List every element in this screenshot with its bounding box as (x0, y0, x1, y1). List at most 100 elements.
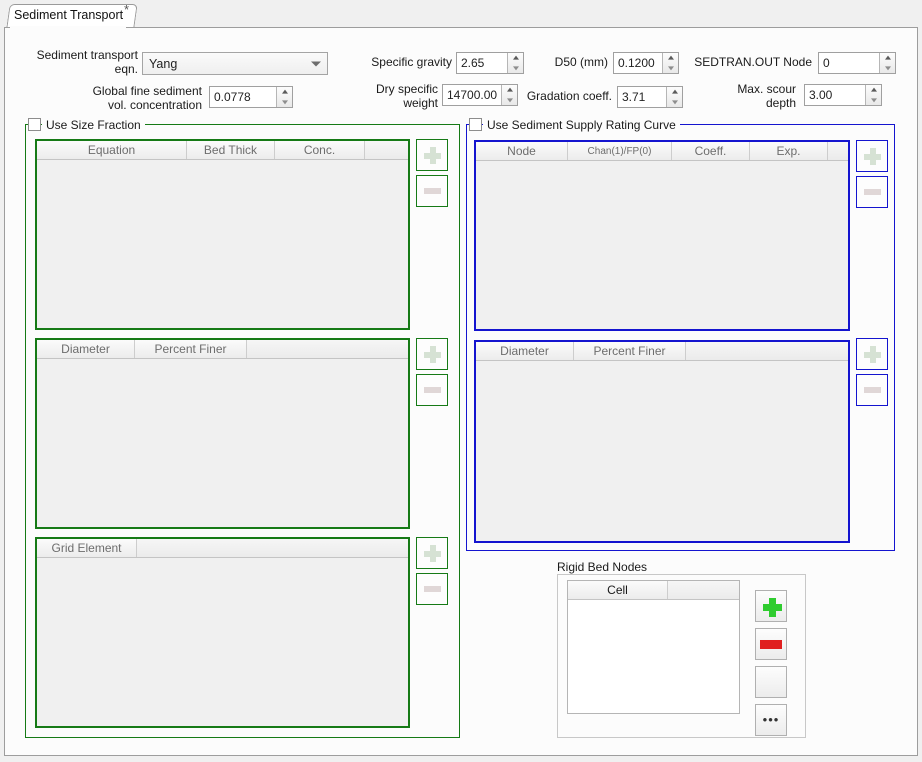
sediment-transport-window: Sediment Transport * Sediment transport … (0, 0, 922, 762)
specific-gravity-label: Specific gravity (358, 55, 452, 69)
use-sediment-supply-rating-curve-label: Use Sediment Supply Rating Curve (483, 118, 680, 132)
column-header-equation[interactable]: Equation (37, 141, 187, 159)
column-header-filler (365, 141, 408, 159)
plus-icon (424, 545, 441, 562)
rigid-bed-nodes-label: Rigid Bed Nodes (557, 560, 647, 574)
size-fraction-remove-button[interactable] (416, 175, 448, 207)
column-header-coeff[interactable]: Coeff. (672, 142, 750, 160)
grid-element-remove-button[interactable] (416, 573, 448, 605)
supply-distribution-body[interactable] (476, 361, 848, 541)
d50-label: D50 (mm) (528, 55, 608, 69)
supply-rating-curve-grid[interactable]: Node Chan(1)/FP(0) Coeff. Exp. (474, 140, 850, 331)
tab-sediment-transport-label: Sediment Transport (14, 8, 123, 22)
spin-down-icon[interactable] (277, 97, 292, 107)
supply-rating-curve-add-button[interactable] (856, 140, 888, 172)
rigid-bed-nodes-grid[interactable]: Cell (567, 580, 740, 714)
global-fine-sediment-stepper[interactable]: 0.0778 (209, 86, 293, 108)
size-fraction-distribution-remove-button[interactable] (416, 374, 448, 406)
column-header-grid-element[interactable]: Grid Element (37, 539, 137, 557)
column-header-filler (686, 342, 848, 360)
rigid-bed-nodes-body[interactable] (568, 600, 739, 713)
spin-up-icon[interactable] (663, 53, 678, 63)
spin-down-icon[interactable] (866, 95, 881, 105)
plus-icon (424, 346, 441, 363)
gradation-coeff-spin-buttons[interactable] (666, 87, 682, 107)
global-fine-sediment-spin-buttons[interactable] (276, 87, 292, 107)
d50-spin-buttons[interactable] (662, 53, 678, 73)
specific-gravity-stepper[interactable]: 2.65 (456, 52, 524, 74)
rigid-bed-add-button[interactable] (755, 590, 787, 622)
spin-up-icon[interactable] (667, 87, 682, 97)
spin-down-icon[interactable] (508, 63, 523, 73)
plus-icon (864, 346, 881, 363)
plus-icon (864, 148, 881, 165)
grid-element-header: Grid Element (37, 539, 408, 558)
tab-strip: Sediment Transport * (0, 0, 922, 28)
specific-gravity-value[interactable]: 2.65 (457, 53, 507, 73)
supply-rating-curve-remove-button[interactable] (856, 176, 888, 208)
column-header-node[interactable]: Node (476, 142, 568, 160)
minus-icon (424, 586, 441, 592)
column-header-percent-finer[interactable]: Percent Finer (135, 340, 247, 358)
rigid-bed-remove-button[interactable] (755, 628, 787, 660)
grid-element-grid[interactable]: Grid Element (35, 537, 410, 728)
max-scour-depth-spin-buttons[interactable] (865, 85, 881, 105)
minus-icon (760, 640, 782, 649)
rigid-bed-more-button[interactable]: ••• (755, 704, 787, 736)
grid-element-body[interactable] (37, 558, 408, 726)
column-header-bed-thick[interactable]: Bed Thick (187, 141, 275, 159)
sedtran-out-node-spin-buttons[interactable] (879, 53, 895, 73)
spin-down-icon[interactable] (663, 63, 678, 73)
sedtran-out-node-value[interactable]: 0 (819, 53, 879, 73)
use-size-fraction-checkbox[interactable] (28, 118, 41, 131)
spin-up-icon[interactable] (880, 53, 895, 63)
size-fraction-distribution-grid[interactable]: Diameter Percent Finer (35, 338, 410, 529)
supply-distribution-grid[interactable]: Diameter Percent Finer (474, 340, 850, 543)
chevron-down-icon[interactable] (305, 53, 327, 74)
max-scour-depth-stepper[interactable]: 3.00 (804, 84, 882, 106)
size-fraction-distribution-body[interactable] (37, 359, 408, 527)
supply-rating-curve-body[interactable] (476, 161, 848, 329)
spin-up-icon[interactable] (508, 53, 523, 63)
sediment-transport-eqn-value: Yang (143, 57, 305, 71)
size-fraction-grid[interactable]: Equation Bed Thick Conc. (35, 139, 410, 330)
global-fine-sediment-label: Global fine sediment vol. concentration (40, 84, 202, 112)
size-fraction-distribution-add-button[interactable] (416, 338, 448, 370)
supply-distribution-add-button[interactable] (856, 338, 888, 370)
sedtran-out-node-stepper[interactable]: 0 (818, 52, 896, 74)
size-fraction-add-button[interactable] (416, 139, 448, 171)
minus-icon (864, 387, 881, 393)
plus-icon (763, 598, 780, 615)
global-fine-sediment-value[interactable]: 0.0778 (210, 87, 276, 107)
rigid-bed-blank-button[interactable] (755, 666, 787, 698)
column-header-cell[interactable]: Cell (568, 581, 668, 599)
column-header-filler (247, 340, 408, 358)
column-header-chan-fp[interactable]: Chan(1)/FP(0) (568, 142, 672, 160)
plus-icon (424, 147, 441, 164)
column-header-diameter[interactable]: Diameter (476, 342, 574, 360)
size-fraction-grid-body[interactable] (37, 160, 408, 328)
column-header-diameter[interactable]: Diameter (37, 340, 135, 358)
dry-specific-weight-value[interactable]: 14700.00 (443, 85, 501, 105)
spin-down-icon[interactable] (880, 63, 895, 73)
column-header-filler (137, 539, 408, 557)
spin-down-icon[interactable] (667, 97, 682, 107)
use-size-fraction-label: Use Size Fraction (42, 118, 145, 132)
grid-element-add-button[interactable] (416, 537, 448, 569)
gradation-coeff-stepper[interactable]: 3.71 (617, 86, 683, 108)
column-header-conc[interactable]: Conc. (275, 141, 365, 159)
specific-gravity-spin-buttons[interactable] (507, 53, 523, 73)
gradation-coeff-label: Gradation coeff. (500, 89, 612, 103)
d50-stepper[interactable]: 0.1200 (613, 52, 679, 74)
use-sediment-supply-rating-curve-checkbox[interactable] (469, 118, 482, 131)
sediment-transport-eqn-combo[interactable]: Yang (142, 52, 328, 75)
column-header-percent-finer[interactable]: Percent Finer (574, 342, 686, 360)
spin-up-icon[interactable] (277, 87, 292, 97)
gradation-coeff-value[interactable]: 3.71 (618, 87, 666, 107)
supply-distribution-remove-button[interactable] (856, 374, 888, 406)
d50-value[interactable]: 0.1200 (614, 53, 662, 73)
max-scour-depth-value[interactable]: 3.00 (805, 85, 865, 105)
column-header-exp[interactable]: Exp. (750, 142, 828, 160)
column-header-filler (668, 581, 739, 599)
spin-up-icon[interactable] (866, 85, 881, 95)
